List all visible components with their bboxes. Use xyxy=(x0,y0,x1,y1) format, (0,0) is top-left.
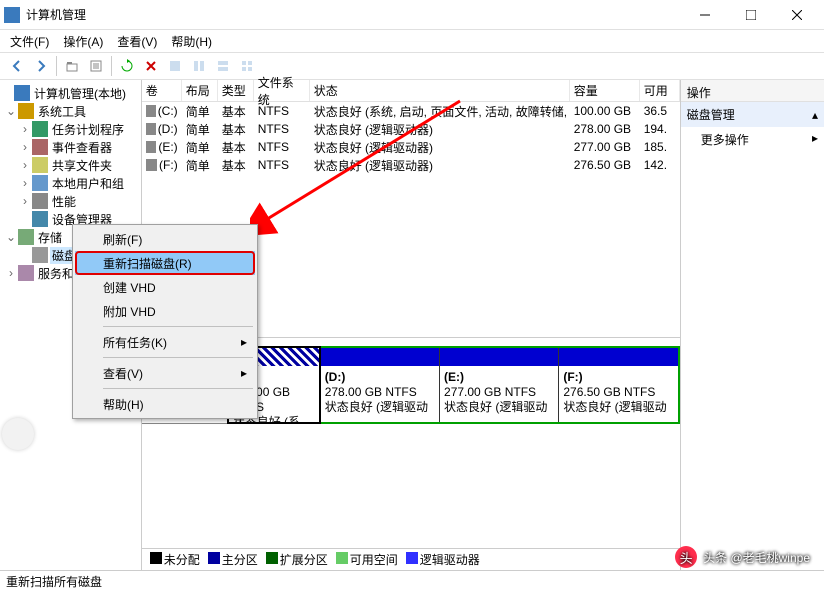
ctx-all-tasks[interactable]: 所有任务(K)▸ xyxy=(75,330,255,354)
col-capacity[interactable]: 容量 xyxy=(570,80,640,101)
ctx-create-vhd[interactable]: 创建 VHD xyxy=(75,275,255,299)
decorative-circle xyxy=(2,418,34,450)
app-icon xyxy=(4,7,20,23)
tree-task-scheduler[interactable]: ›任务计划程序 xyxy=(0,120,141,138)
col-layout[interactable]: 布局 xyxy=(182,80,218,101)
ctx-refresh[interactable]: 刷新(F) xyxy=(75,227,255,251)
actions-title: 操作 xyxy=(681,80,824,102)
tree-event-viewer[interactable]: ›事件查看器 xyxy=(0,138,141,156)
menu-view[interactable]: 查看(V) xyxy=(113,31,161,52)
volume-row[interactable]: (E:)简单基本NTFS状态良好 (逻辑驱动器)277.00 GB185. xyxy=(142,138,680,156)
chevron-right-icon: ▸ xyxy=(241,335,247,349)
actions-category[interactable]: 磁盘管理▴ xyxy=(681,102,824,127)
forward-button[interactable] xyxy=(30,55,52,77)
view2-button[interactable] xyxy=(188,55,210,77)
statusbar: 重新扫描所有磁盘 xyxy=(0,570,824,592)
legend-swatch xyxy=(336,552,348,564)
view4-button[interactable] xyxy=(236,55,258,77)
col-status[interactable]: 状态 xyxy=(310,80,570,101)
chevron-right-icon: ▸ xyxy=(812,131,818,148)
tree-shared-folders[interactable]: ›共享文件夹 xyxy=(0,156,141,174)
maximize-button[interactable] xyxy=(728,0,774,30)
menubar: 文件(F) 操作(A) 查看(V) 帮助(H) xyxy=(0,30,824,52)
ctx-rescan-disks[interactable]: 重新扫描磁盘(R) xyxy=(75,251,255,275)
partition-e[interactable]: (E:)277.00 GB NTFS状态良好 (逻辑驱动 xyxy=(440,348,559,422)
ctx-help[interactable]: 帮助(H) xyxy=(75,392,255,416)
back-button[interactable] xyxy=(6,55,28,77)
menu-action[interactable]: 操作(A) xyxy=(59,31,107,52)
refresh-button[interactable] xyxy=(116,55,138,77)
toolbar xyxy=(0,52,824,80)
tree-systools[interactable]: ⌄系统工具 xyxy=(0,102,141,120)
context-menu: 刷新(F) 重新扫描磁盘(R) 创建 VHD 附加 VHD 所有任务(K)▸ 查… xyxy=(72,224,258,419)
collapse-icon: ▴ xyxy=(812,108,818,122)
volume-row[interactable]: (D:)简单基本NTFS状态良好 (逻辑驱动器)278.00 GB194. xyxy=(142,120,680,138)
ctx-view[interactable]: 查看(V)▸ xyxy=(75,361,255,385)
window-title: 计算机管理 xyxy=(26,6,682,23)
menu-file[interactable]: 文件(F) xyxy=(6,31,53,52)
properties-button[interactable] xyxy=(85,55,107,77)
menu-help[interactable]: 帮助(H) xyxy=(167,31,216,52)
actions-more[interactable]: 更多操作▸ xyxy=(681,127,824,152)
watermark: 头 头条 @老毛桃winpe xyxy=(675,546,810,568)
view3-button[interactable] xyxy=(212,55,234,77)
tree-performance[interactable]: ›性能 xyxy=(0,192,141,210)
partition-d[interactable]: (D:)278.00 GB NTFS状态良好 (逻辑驱动 xyxy=(321,348,440,422)
legend: 未分配 主分区 扩展分区 可用空间 逻辑驱动器 xyxy=(142,548,680,570)
minimize-button[interactable] xyxy=(682,0,728,30)
close-button[interactable] xyxy=(774,0,820,30)
titlebar: 计算机管理 xyxy=(0,0,824,30)
volume-header: 卷 布局 类型 文件系统 状态 容量 可用 xyxy=(142,80,680,102)
partition-f[interactable]: (F:)276.50 GB NTFS状态良好 (逻辑驱动 xyxy=(559,348,677,422)
tree-root[interactable]: 计算机管理(本地) xyxy=(0,84,141,102)
legend-swatch xyxy=(406,552,418,564)
volume-row[interactable]: (C:)简单基本NTFS状态良好 (系统, 启动, 页面文件, 活动, 故障转储… xyxy=(142,102,680,120)
col-volume[interactable]: 卷 xyxy=(142,80,182,101)
col-free[interactable]: 可用 xyxy=(640,80,680,101)
up-button[interactable] xyxy=(61,55,83,77)
tree-local-users[interactable]: ›本地用户和组 xyxy=(0,174,141,192)
delete-button[interactable] xyxy=(140,55,162,77)
legend-swatch xyxy=(266,552,278,564)
actions-pane: 操作 磁盘管理▴ 更多操作▸ xyxy=(681,80,824,570)
ctx-attach-vhd[interactable]: 附加 VHD xyxy=(75,299,255,323)
legend-swatch xyxy=(150,552,162,564)
col-fs[interactable]: 文件系统 xyxy=(254,80,310,101)
legend-swatch xyxy=(208,552,220,564)
chevron-right-icon: ▸ xyxy=(241,366,247,380)
volume-row[interactable]: (F:)简单基本NTFS状态良好 (逻辑驱动器)276.50 GB142. xyxy=(142,156,680,174)
view1-button[interactable] xyxy=(164,55,186,77)
watermark-icon: 头 xyxy=(675,546,697,568)
col-type[interactable]: 类型 xyxy=(218,80,254,101)
